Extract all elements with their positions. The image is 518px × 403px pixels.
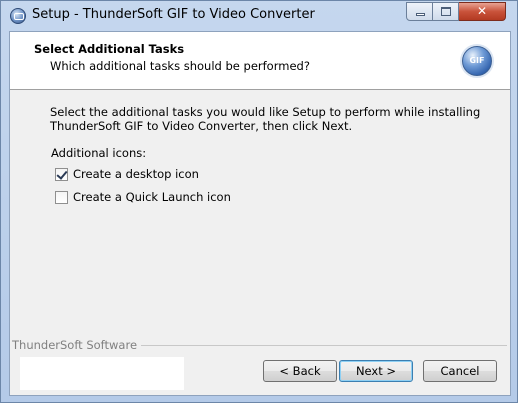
minimize-button[interactable] [406, 2, 433, 21]
setup-window: Setup - ThunderSoft GIF to Video Convert… [0, 0, 518, 403]
cancel-button[interactable]: Cancel [423, 360, 497, 382]
desktop-icon-label[interactable]: Create a desktop icon [73, 167, 199, 181]
minimize-icon [416, 13, 425, 16]
page-title: Select Additional Tasks [34, 42, 185, 56]
window-title: Setup - ThunderSoft GIF to Video Convert… [32, 7, 315, 22]
gif-logo-icon: GIF [462, 46, 492, 76]
quick-launch-checkbox[interactable] [55, 190, 68, 204]
footer-blank-area [20, 357, 184, 390]
close-button[interactable]: ✕ [459, 2, 506, 21]
app-icon [10, 8, 26, 24]
maximize-button[interactable] [433, 2, 459, 21]
wizard-page: Select Additional Tasks Which additional… [9, 31, 511, 396]
page-subtitle: Which additional tasks should be perform… [50, 59, 310, 73]
wizard-header: Select Additional Tasks Which additional… [10, 32, 510, 90]
next-button[interactable]: Next > [339, 360, 413, 382]
quick-launch-label[interactable]: Create a Quick Launch icon [73, 190, 231, 204]
footer-brand: ThunderSoft Software [12, 338, 142, 352]
quick-launch-option[interactable]: Create a Quick Launch icon [55, 189, 231, 205]
close-icon: ✕ [476, 4, 488, 18]
caption-buttons: ✕ [406, 2, 506, 22]
desktop-icon-checkbox[interactable] [55, 167, 68, 181]
titlebar[interactable]: Setup - ThunderSoft GIF to Video Convert… [1, 1, 517, 31]
additional-icons-label: Additional icons: [51, 146, 147, 160]
gif-logo-text: GIF [469, 56, 485, 65]
task-description: Select the additional tasks you would li… [50, 105, 481, 133]
maximize-icon [441, 7, 451, 16]
back-button[interactable]: < Back [263, 360, 337, 382]
desktop-icon-option[interactable]: Create a desktop icon [55, 166, 199, 182]
